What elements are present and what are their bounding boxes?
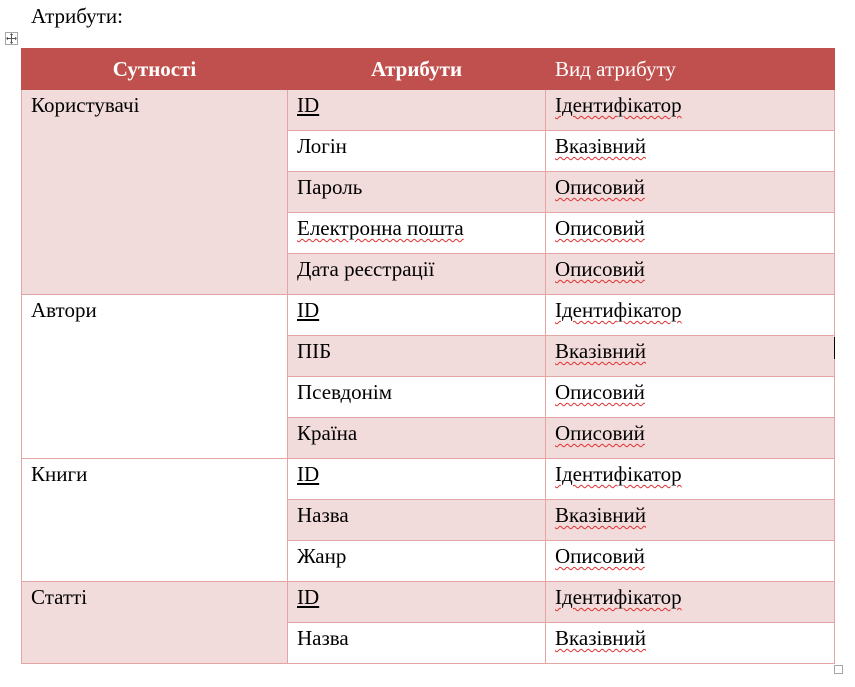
attribute-cell[interactable]: Дата реєстрації [287, 253, 546, 295]
table-row: Користувачі ID Ідентифікатор [21, 89, 835, 295]
attribute-type-cell[interactable]: Ідентифікатор [545, 458, 835, 500]
attribute-type: Вказівний [555, 339, 646, 363]
attribute-name: Електронна пошта [297, 216, 464, 240]
attribute-type: Описовий [555, 175, 645, 199]
attribute-type-cell[interactable]: Описовий [545, 212, 835, 254]
attribute-name: Псевдонім [297, 380, 393, 404]
table-move-icon[interactable] [5, 32, 18, 45]
attribute-cell[interactable]: Назва [287, 499, 546, 541]
attribute-type-cell[interactable]: Описовий [545, 253, 835, 295]
header-attributes: Атрибути [287, 48, 546, 90]
attribute-name: ID [297, 93, 320, 117]
attribute-type: Описовий [555, 216, 645, 240]
attribute-cell[interactable]: Псевдонім [287, 376, 546, 418]
attribute-cell[interactable]: ID [287, 294, 546, 336]
attribute-name: ID [297, 585, 320, 609]
attribute-type-cell[interactable]: Вказівний [545, 130, 835, 172]
attribute-type-cell[interactable]: Описовий [545, 417, 835, 459]
attribute-type: Вказівний [555, 134, 646, 158]
attribute-name: ID [297, 298, 320, 322]
text-cursor [834, 337, 835, 359]
attribute-cell[interactable]: ПІБ [287, 335, 546, 377]
attribute-name: Країна [297, 421, 358, 445]
attribute-type-cell[interactable]: Вказівний [545, 335, 835, 377]
attribute-type: Ідентифікатор [555, 462, 682, 486]
attribute-name: Назва [297, 626, 349, 650]
attribute-name: Жанр [297, 544, 347, 568]
entity-cell[interactable]: Книги [21, 458, 288, 582]
attribute-type: Ідентифікатор [555, 585, 682, 609]
attribute-name: Логін [297, 134, 347, 158]
attribute-cell[interactable]: ID [287, 89, 546, 131]
attribute-type-cell[interactable]: Ідентифікатор [545, 581, 835, 623]
attribute-cell[interactable]: Пароль [287, 171, 546, 213]
attribute-type: Описовий [555, 544, 645, 568]
attribute-type-cell[interactable]: Ідентифікатор [545, 294, 835, 336]
attribute-name: ID [297, 462, 320, 486]
attribute-type-cell[interactable]: Вказівний [545, 499, 835, 541]
document-heading: Атрибути: [31, 4, 123, 28]
table-header-row: Сутності Атрибути Вид атрибуту [21, 48, 835, 90]
entity-cell[interactable]: Статті [21, 581, 288, 664]
attribute-type: Вказівний [555, 626, 646, 650]
attribute-type-cell[interactable]: Вказівний [545, 622, 835, 664]
entity-cell[interactable]: Користувачі [21, 89, 288, 295]
attribute-type: Описовий [555, 257, 645, 281]
attribute-type: Вказівний [555, 503, 646, 527]
attribute-cell[interactable]: Назва [287, 622, 546, 664]
attribute-cell[interactable]: Електронна пошта [287, 212, 546, 254]
header-attribute-type: Вид атрибуту [545, 48, 835, 90]
attribute-type-cell[interactable]: Описовий [545, 376, 835, 418]
table-row: Автори ID Ідентифікатор [21, 294, 835, 459]
attribute-cell[interactable]: Країна [287, 417, 546, 459]
attribute-name: ПІБ [297, 339, 332, 363]
table-body: Користувачі ID Ідентифікатор Логін Вказівний… [21, 89, 835, 664]
table-resize-icon[interactable] [834, 665, 843, 674]
attribute-cell[interactable]: ID [287, 458, 546, 500]
attributes-table: Сутності Атрибути Вид атрибуту Користува… [21, 48, 835, 664]
table-row: Книги ID Ідентифікатор [21, 458, 835, 582]
attribute-cell[interactable]: Логін [287, 130, 546, 172]
entity-cell[interactable]: Автори [21, 294, 288, 459]
attribute-cell[interactable]: Жанр [287, 540, 546, 582]
attribute-name: Дата реєстрації [297, 257, 435, 281]
attribute-type-cell[interactable]: Ідентифікатор [545, 89, 835, 131]
table-row: Статті ID Ідентифікатор [21, 581, 835, 664]
attribute-type: Ідентифікатор [555, 298, 682, 322]
attribute-type-cell[interactable]: Описовий [545, 540, 835, 582]
attribute-cell[interactable]: ID [287, 581, 546, 623]
attribute-type: Ідентифікатор [555, 93, 682, 117]
header-entities: Сутності [21, 48, 288, 90]
attribute-type: Описовий [555, 421, 645, 445]
attribute-name: Назва [297, 503, 349, 527]
attribute-type-cell[interactable]: Описовий [545, 171, 835, 213]
attribute-name: Пароль [297, 175, 363, 199]
attribute-type: Описовий [555, 380, 645, 404]
